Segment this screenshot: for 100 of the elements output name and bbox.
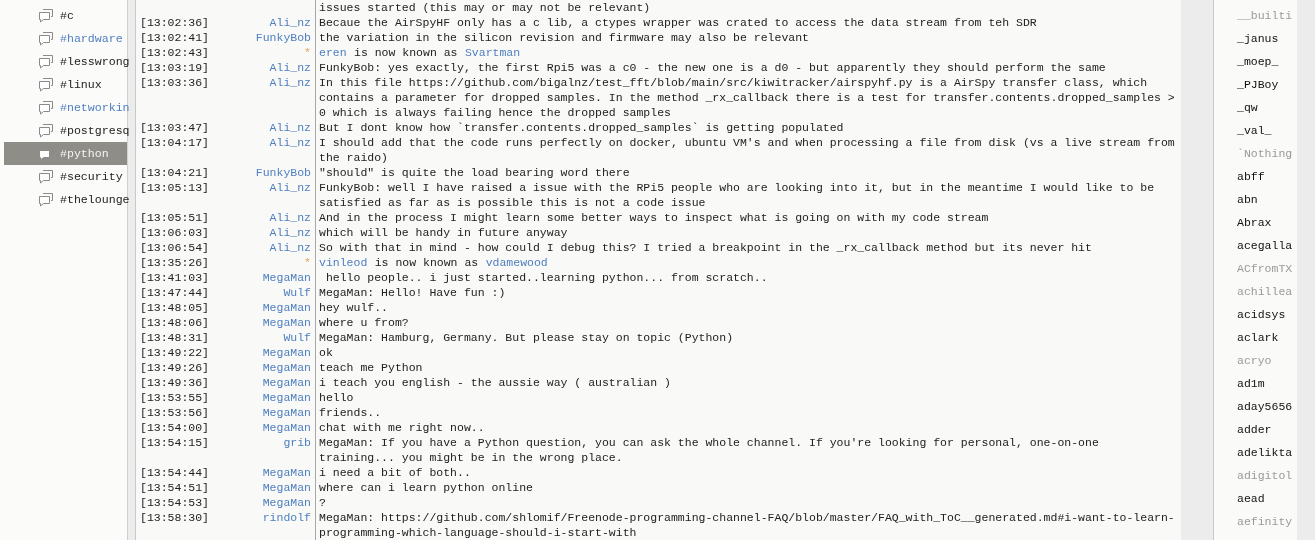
user-nick[interactable]: achillea xyxy=(1237,284,1293,299)
message-text: friends.. xyxy=(319,406,382,419)
nick-name[interactable]: MegaMan xyxy=(262,376,311,389)
message-text: FunkyBob: yes exactly, the first Rpi5 was a c0 - the new one is a d0 - but apparently they should perform the same xyxy=(319,61,1106,74)
message-text: ok xyxy=(319,346,333,359)
nick-name[interactable]: FunkyBob xyxy=(255,166,311,179)
nick-name[interactable]: * xyxy=(304,46,311,59)
timestamp: [13:02:41] xyxy=(140,31,209,44)
user-nick[interactable]: Abrax xyxy=(1237,215,1272,230)
nick-name[interactable]: MegaMan xyxy=(262,346,311,359)
message-text: hello people.. i just started..learning python... from scratch.. xyxy=(324,271,768,284)
nick-name[interactable]: MegaMan xyxy=(262,316,311,329)
user-nick[interactable]: abff xyxy=(1237,169,1265,184)
message-text: issues started (this may or may not be relevant) xyxy=(319,1,651,14)
channel-item[interactable]: #python xyxy=(4,142,127,165)
user-nick[interactable]: ACfromTX xyxy=(1237,261,1293,276)
channel-item[interactable]: #c xyxy=(4,4,127,27)
message-text: Becaue the AirSpyHF only has a c lib, a ctypes wrapper was crated to access the data stream from teh SDR xyxy=(319,16,1037,29)
nick-name[interactable]: Wulf xyxy=(283,286,311,299)
nick-link[interactable]: Svartman xyxy=(464,45,521,60)
user-nick[interactable]: adigitol xyxy=(1237,468,1293,483)
user-nick[interactable]: _janus xyxy=(1237,31,1279,46)
user-nick[interactable]: adder xyxy=(1237,422,1272,437)
nick-name[interactable]: grib xyxy=(283,436,311,449)
nick-name[interactable]: Wulf xyxy=(283,331,311,344)
timestamp: [13:49:26] xyxy=(140,361,209,374)
user-nick[interactable]: `Nothing xyxy=(1237,146,1293,161)
nick-name[interactable]: Ali_nz xyxy=(269,61,311,74)
nick-name[interactable]: Ali_nz xyxy=(269,181,311,194)
nick-link[interactable]: vdamewood xyxy=(485,255,548,270)
nick-name[interactable]: Ali_nz xyxy=(269,226,311,239)
timestamp: [13:05:51] xyxy=(140,211,209,224)
nick-name[interactable]: MegaMan xyxy=(262,496,311,509)
timestamp: [13:49:22] xyxy=(140,346,209,359)
chat-bubbles-icon xyxy=(38,123,54,138)
chat-bubbles-icon xyxy=(38,77,54,92)
nick-link[interactable]: eren xyxy=(319,45,347,60)
nick-name[interactable]: MegaMan xyxy=(262,466,311,479)
channel-item[interactable]: #linux xyxy=(4,73,127,96)
user-nick[interactable]: _qw xyxy=(1237,100,1258,115)
timestamp: [13:04:21] xyxy=(140,166,209,179)
nick-name[interactable]: Ali_nz xyxy=(269,241,311,254)
message-text: the variation in the silicon revision and firmware may also be relevant xyxy=(319,31,809,44)
message-text: MegaMan: Hello! Have fun :) xyxy=(319,286,506,299)
channel-item[interactable]: #lesswrong xyxy=(4,50,127,73)
timestamp: [13:54:53] xyxy=(140,496,209,509)
nick-name[interactable]: * xyxy=(304,256,311,269)
nick-link[interactable]: vinleod xyxy=(319,255,368,270)
nick-name[interactable]: Ali_nz xyxy=(269,211,311,224)
message-text: MegaMan: If you have a Python question, you can ask the whole channel. If you're looking for personal, one-on-one training... you might be in the wrong place. xyxy=(319,436,1100,464)
message-text: is now known as xyxy=(354,45,458,60)
timestamp: [13:54:44] xyxy=(140,466,209,479)
message-text: which will be handy in future anyway xyxy=(319,226,568,239)
nick-name[interactable]: MegaMan xyxy=(262,421,311,434)
nick-name[interactable]: Ali_nz xyxy=(269,16,311,29)
nick-name[interactable]: MegaMan xyxy=(262,271,311,284)
channel-item[interactable]: #hardware xyxy=(4,27,127,50)
nick-name[interactable]: MegaMan xyxy=(262,406,311,419)
user-nick[interactable]: aead xyxy=(1237,491,1265,506)
channel-item[interactable]: #thelounge xyxy=(4,188,127,211)
message-text: "should" is quite the load bearing word there xyxy=(319,166,630,179)
nick-name[interactable]: MegaMan xyxy=(262,391,311,404)
timestamp: [13:49:36] xyxy=(140,376,209,389)
nick-name[interactable]: FunkyBob xyxy=(255,31,311,44)
user-nick[interactable]: acryo xyxy=(1237,353,1272,368)
user-nick[interactable]: acidsys xyxy=(1237,307,1286,322)
timestamp: [13:47:44] xyxy=(140,286,209,299)
nick-name[interactable]: Ali_nz xyxy=(269,136,311,149)
user-nick[interactable]: acegalla xyxy=(1237,238,1293,253)
nick-name[interactable]: MegaMan xyxy=(262,481,311,494)
timestamp: [13:02:36] xyxy=(140,16,209,29)
nick-name[interactable]: Ali_nz xyxy=(269,121,311,134)
user-nick[interactable]: _PJBoy xyxy=(1237,77,1279,92)
message-text: And in the process I might learn some better ways to inspect what is going on with my code stream xyxy=(319,211,989,224)
timestamp: [13:53:56] xyxy=(140,406,209,419)
nick-name[interactable]: Ali_nz xyxy=(269,76,311,89)
user-nick[interactable]: _val_ xyxy=(1237,123,1272,138)
channel-item[interactable]: #security xyxy=(4,165,127,188)
nick-name[interactable]: MegaMan xyxy=(262,301,311,314)
timestamp: [13:06:03] xyxy=(140,226,209,239)
user-nick[interactable]: abn xyxy=(1237,192,1258,207)
user-nick[interactable]: aefinity xyxy=(1237,514,1293,529)
message-text: MegaMan: Hamburg, Germany. But please stay on topic (Python) xyxy=(319,331,734,344)
chat-bubbles-icon xyxy=(38,8,54,23)
channel-item[interactable]: #networkin xyxy=(4,96,127,119)
user-nick[interactable]: _moep_ xyxy=(1237,54,1279,69)
user-nick[interactable]: aday5656 xyxy=(1237,399,1293,414)
nick-name[interactable]: MegaMan xyxy=(262,361,311,374)
user-nick[interactable]: __builti xyxy=(1237,8,1293,23)
timestamp: [13:03:36] xyxy=(140,76,209,89)
timestamp: [13:41:03] xyxy=(140,271,209,284)
user-nick[interactable]: adelikta xyxy=(1237,445,1293,460)
timestamp: [13:54:00] xyxy=(140,421,209,434)
message-text: But I dont know how `transfer.contents.dropped_samples` is getting populated xyxy=(319,121,844,134)
user-nick[interactable]: ad1m xyxy=(1237,376,1265,391)
channel-item[interactable]: #postgresq xyxy=(4,119,127,142)
message-text: i teach you english - the aussie way ( australian ) xyxy=(319,376,671,389)
message-text: hello xyxy=(319,391,354,404)
nick-name[interactable]: rindolf xyxy=(262,511,311,524)
user-nick[interactable]: aclark xyxy=(1237,330,1279,345)
